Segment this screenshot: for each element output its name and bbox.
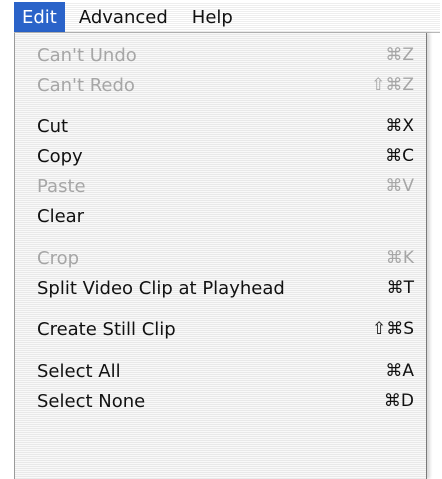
menu-item-shortcut: ⌘D [383, 391, 414, 411]
menu-title-edit[interactable]: Edit [14, 2, 65, 32]
menu-item-label: Select None [37, 390, 146, 412]
menu-item-shortcut: ⇧⌘S [371, 319, 414, 339]
menu-item-shortcut: ⌘C [385, 146, 414, 166]
edit-menu-dropdown: Can't Undo ⌘Z Can't Redo ⇧⌘Z Cut ⌘X Copy… [14, 33, 427, 479]
menu-item-shortcut: ⌘K [385, 248, 414, 268]
menu-item-undo: Can't Undo ⌘Z [15, 40, 426, 70]
menu-item-select-none[interactable]: Select None ⌘D [15, 386, 426, 416]
menu-item-label: Can't Undo [37, 44, 137, 66]
menu-item-shortcut: ⇧⌘Z [371, 75, 414, 95]
menu-item-copy[interactable]: Copy ⌘C [15, 141, 426, 171]
menu-item-label: Create Still Clip [37, 318, 176, 340]
menu-item-label: Can't Redo [37, 74, 135, 96]
menu-item-redo: Can't Redo ⇧⌘Z [15, 70, 426, 100]
menu-bar: Edit Advanced Help [14, 2, 440, 33]
menu-item-shortcut: ⌘A [385, 361, 414, 381]
menu-item-label: Copy [37, 145, 83, 167]
menu-title-advanced[interactable]: Advanced [67, 2, 180, 32]
menu-item-crop: Crop ⌘K [15, 243, 426, 273]
menu-item-paste: Paste ⌘V [15, 171, 426, 201]
menu-item-label: Paste [37, 175, 86, 197]
menu-item-select-all[interactable]: Select All ⌘A [15, 356, 426, 386]
menu-item-create-still-clip[interactable]: Create Still Clip ⇧⌘S [15, 314, 426, 344]
menu-item-label: Split Video Clip at Playhead [37, 277, 285, 299]
menu-item-label: Select All [37, 360, 121, 382]
menu-item-label: Cut [37, 115, 69, 137]
menu-item-shortcut: ⌘Z [385, 45, 414, 65]
menu-item-label: Clear [37, 205, 85, 227]
menu-title-help[interactable]: Help [180, 2, 245, 32]
menu-item-shortcut: ⌘V [385, 176, 414, 196]
menu-item-cut[interactable]: Cut ⌘X [15, 111, 426, 141]
menu-item-clear[interactable]: Clear [15, 201, 426, 231]
menu-item-split-video-clip[interactable]: Split Video Clip at Playhead ⌘T [15, 273, 426, 303]
menu-item-label: Crop [37, 247, 80, 269]
menu-item-shortcut: ⌘T [386, 278, 414, 298]
app-window: Edit Advanced Help Can't Undo ⌘Z Can't R… [0, 0, 442, 479]
menu-item-shortcut: ⌘X [385, 116, 414, 136]
